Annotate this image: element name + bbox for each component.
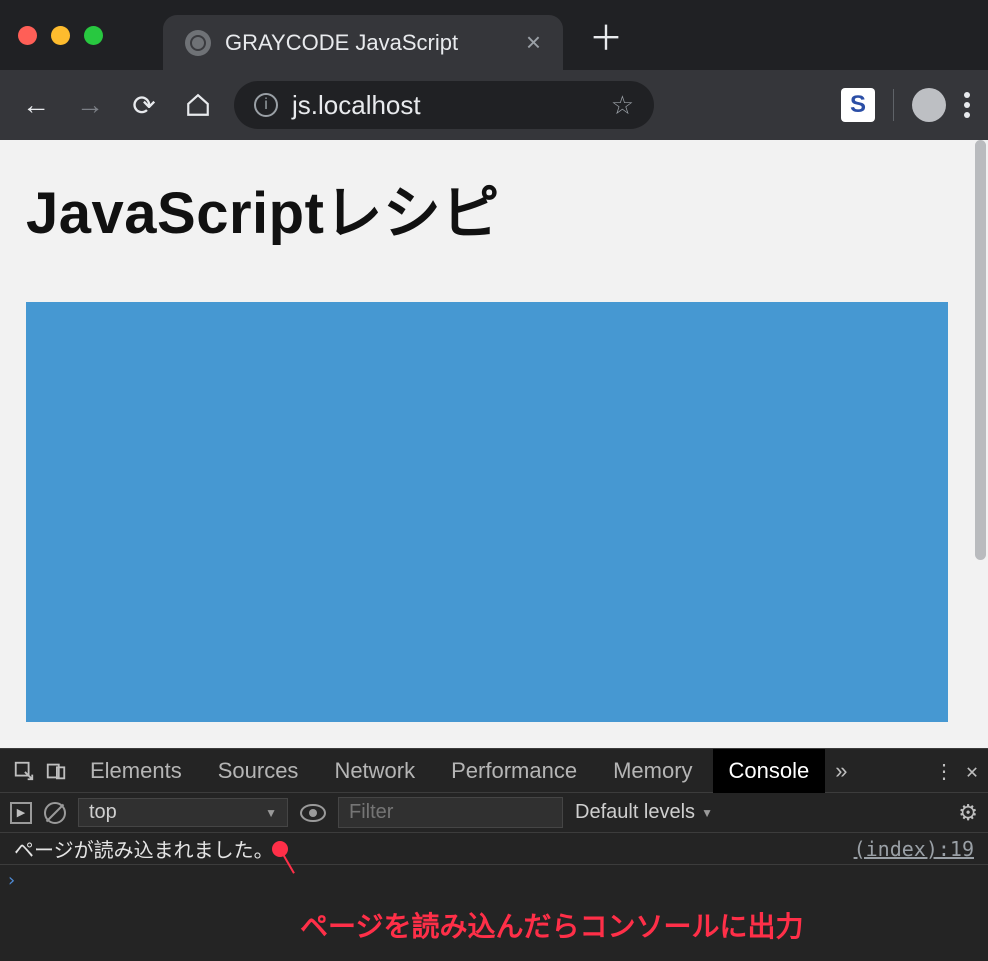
url-text: js.localhost [292, 90, 421, 121]
globe-icon [185, 30, 211, 56]
log-levels-selector[interactable]: Default levels ▼ [575, 801, 713, 824]
chevron-down-icon: ▼ [265, 806, 277, 820]
blue-content-box [26, 302, 948, 722]
clear-console-icon[interactable] [44, 802, 66, 824]
console-sidebar-toggle-icon[interactable]: ▶ [10, 802, 32, 824]
browser-menu-button[interactable] [964, 92, 970, 118]
devtools-tab-bar: Elements Sources Network Performance Mem… [0, 749, 988, 793]
context-label: top [89, 801, 117, 824]
viewport-scrollbar[interactable] [973, 140, 988, 748]
tabs-overflow-icon[interactable]: » [835, 758, 847, 784]
tab-memory[interactable]: Memory [597, 749, 708, 793]
bookmark-star-icon[interactable]: ☆ [611, 90, 634, 121]
tab-strip: GRAYCODE JavaScript × ＋ [163, 0, 623, 70]
tab-console[interactable]: Console [713, 749, 826, 793]
forward-button[interactable]: → [72, 87, 108, 123]
device-toolbar-icon[interactable] [42, 757, 70, 785]
page-heading: JavaScriptレシピ [26, 166, 962, 250]
new-tab-button[interactable]: ＋ [589, 11, 623, 60]
page-content: JavaScriptレシピ [0, 140, 988, 722]
maximize-window-button[interactable] [84, 26, 103, 45]
reload-button[interactable]: ⟳ [126, 87, 162, 123]
console-log-area: ページが読み込まれました。 (index):19 › ページを読み込んだらコンソ… [0, 833, 988, 945]
devtools-close-icon[interactable]: ✕ [966, 759, 978, 783]
log-message: ページが読み込まれました。 [14, 834, 274, 863]
browser-window: GRAYCODE JavaScript × ＋ ← → ⟳ i js.local… [0, 0, 988, 961]
site-info-icon[interactable]: i [254, 93, 278, 117]
scrollbar-thumb[interactable] [975, 140, 986, 560]
home-button[interactable] [180, 87, 216, 123]
console-prompt[interactable]: › [0, 865, 988, 895]
chevron-down-icon: ▼ [701, 806, 713, 820]
tab-title: GRAYCODE JavaScript [225, 30, 458, 56]
inspect-element-icon[interactable] [10, 757, 38, 785]
tab-network[interactable]: Network [318, 749, 431, 793]
minimize-window-button[interactable] [51, 26, 70, 45]
console-settings-icon[interactable]: ⚙ [958, 800, 978, 826]
title-bar: GRAYCODE JavaScript × ＋ [0, 0, 988, 70]
annotation-text: ページを読み込んだらコンソールに出力 [0, 895, 988, 945]
console-toolbar: ▶ top ▼ Default levels ▼ ⚙ [0, 793, 988, 833]
profile-avatar[interactable] [912, 88, 946, 122]
close-window-button[interactable] [18, 26, 37, 45]
devtools-menu-icon[interactable]: ⋮ [934, 759, 954, 783]
tab-sources[interactable]: Sources [202, 749, 315, 793]
prompt-caret-icon: › [6, 870, 17, 891]
browser-toolbar: ← → ⟳ i js.localhost ☆ S [0, 70, 988, 140]
live-expression-icon[interactable] [300, 804, 326, 822]
log-entry[interactable]: ページが読み込まれました。 (index):19 [0, 833, 988, 865]
context-selector[interactable]: top ▼ [78, 798, 288, 827]
close-tab-icon[interactable]: × [526, 27, 541, 58]
browser-tab-active[interactable]: GRAYCODE JavaScript × [163, 15, 563, 70]
traffic-lights [18, 26, 103, 45]
tab-elements[interactable]: Elements [74, 749, 198, 793]
filter-input[interactable] [338, 797, 563, 828]
tab-performance[interactable]: Performance [435, 749, 593, 793]
levels-label: Default levels [575, 801, 695, 824]
toolbar-divider [893, 89, 894, 121]
extension-icon[interactable]: S [841, 88, 875, 122]
devtools-panel: Elements Sources Network Performance Mem… [0, 748, 988, 961]
back-button[interactable]: ← [18, 87, 54, 123]
log-source-link[interactable]: (index):19 [854, 837, 974, 861]
address-bar[interactable]: i js.localhost ☆ [234, 81, 654, 129]
page-viewport: JavaScriptレシピ [0, 140, 988, 748]
